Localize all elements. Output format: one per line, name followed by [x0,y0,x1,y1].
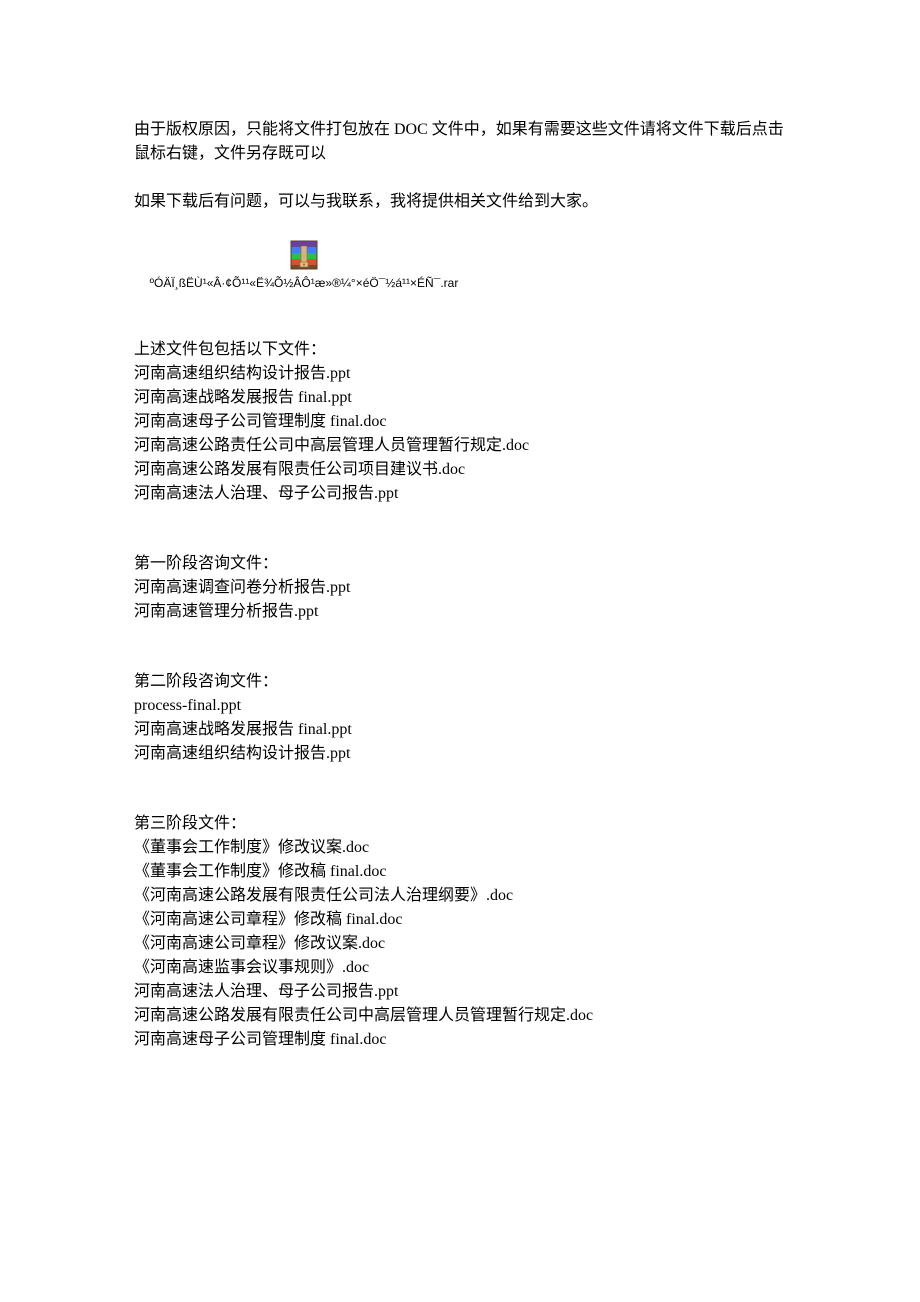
file-item: 河南高速公路发展有限责任公司项目建议书.doc [134,458,790,482]
section-phase1-heading: 第一阶段咨询文件： [134,552,790,576]
file-item: process-final.ppt [134,694,790,718]
document-page: 由于版权原因，只能将文件打包放在 DOC 文件中，如果有需要这些文件请将文件下载… [0,0,920,1302]
section-phase3-heading: 第三阶段文件： [134,812,790,836]
file-item: 《董事会工作制度》修改稿 final.doc [134,860,790,884]
vertical-gap [134,766,790,812]
file-item: 《河南高速公路发展有限责任公司法人治理纲要》.doc [134,884,790,908]
rar-filename-label: ºÓÄÏ¸ßËÙ¹«Â·¢Õ¹¹«Ë¾Õ½ÂÔ¹æ»®¼°×éÖ¯½á¹¹×ÉÑ… [150,274,459,292]
section-main: 上述文件包包括以下文件： 河南高速组织结构设计报告.ppt 河南高速战略发展报告… [134,338,790,506]
section-phase2-heading: 第二阶段咨询文件： [134,670,790,694]
section-phase2-file-list: process-final.ppt 河南高速战略发展报告 final.ppt 河… [134,694,790,766]
file-item: 河南高速调查问卷分析报告.ppt [134,576,790,600]
file-item: 《董事会工作制度》修改议案.doc [134,836,790,860]
section-phase3-file-list: 《董事会工作制度》修改议案.doc 《董事会工作制度》修改稿 final.doc… [134,836,790,1052]
file-item: 《河南高速公司章程》修改稿 final.doc [134,908,790,932]
file-item: 河南高速公路责任公司中高层管理人员管理暂行规定.doc [134,434,790,458]
section-phase1: 第一阶段咨询文件： 河南高速调查问卷分析报告.ppt 河南高速管理分析报告.pp… [134,552,790,624]
file-item: 河南高速法人治理、母子公司报告.ppt [134,482,790,506]
file-item: 河南高速法人治理、母子公司报告.ppt [134,980,790,1004]
file-item: 河南高速战略发展报告 final.ppt [134,386,790,410]
file-item: 河南高速母子公司管理制度 final.doc [134,1028,790,1052]
intro-paragraph-1: 由于版权原因，只能将文件打包放在 DOC 文件中，如果有需要这些文件请将文件下载… [134,118,790,166]
file-item: 河南高速母子公司管理制度 final.doc [134,410,790,434]
section-phase3: 第三阶段文件： 《董事会工作制度》修改议案.doc 《董事会工作制度》修改稿 f… [134,812,790,1052]
intro-paragraph-2: 如果下载后有问题，可以与我联系，我将提供相关文件给到大家。 [134,190,790,214]
rar-attachment[interactable]: ºÓÄÏ¸ßËÙ¹«Â·¢Õ¹¹«Ë¾Õ½ÂÔ¹æ»®¼°×éÖ¯½á¹¹×ÉÑ… [134,238,474,292]
file-item: 河南高速公路发展有限责任公司中高层管理人员管理暂行规定.doc [134,1004,790,1028]
section-phase1-file-list: 河南高速调查问卷分析报告.ppt 河南高速管理分析报告.ppt [134,576,790,624]
rar-archive-icon [287,238,321,272]
section-main-file-list: 河南高速组织结构设计报告.ppt 河南高速战略发展报告 final.ppt 河南… [134,362,790,506]
file-item: 河南高速组织结构设计报告.ppt [134,742,790,766]
file-item: 《河南高速公司章程》修改议案.doc [134,932,790,956]
file-item: 河南高速战略发展报告 final.ppt [134,718,790,742]
file-item: 《河南高速监事会议事规则》.doc [134,956,790,980]
section-phase2: 第二阶段咨询文件： process-final.ppt 河南高速战略发展报告 f… [134,670,790,766]
file-item: 河南高速组织结构设计报告.ppt [134,362,790,386]
file-item: 河南高速管理分析报告.ppt [134,600,790,624]
section-main-heading: 上述文件包包括以下文件： [134,338,790,362]
